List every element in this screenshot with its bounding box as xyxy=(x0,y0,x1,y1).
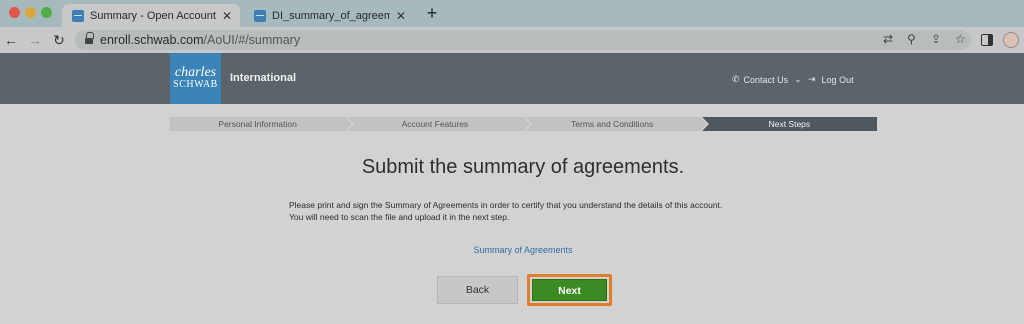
reload-icon[interactable]: ↻ xyxy=(51,31,67,49)
browser-tab-summary[interactable]: Summary - Open Account | Sc ✕ xyxy=(62,4,240,27)
region-label: International xyxy=(230,72,297,84)
minimize-window-button[interactable] xyxy=(25,7,36,18)
next-button[interactable]: Next xyxy=(532,279,607,301)
forward-arrow-icon[interactable]: → xyxy=(27,31,43,49)
lock-icon xyxy=(85,32,94,44)
side-panel-icon[interactable] xyxy=(981,34,993,46)
url-text[interactable]: enroll.schwab.com/AoUI/#/summary xyxy=(100,33,300,47)
step-label: Terms and Conditions xyxy=(571,119,654,129)
share-icon[interactable]: ⇪ xyxy=(931,32,941,46)
url-domain: enroll.schwab.com xyxy=(100,33,204,47)
schwab-logo[interactable]: charles SCHWAB xyxy=(170,53,221,104)
step-account-features: Account Features xyxy=(347,117,532,131)
address-bar[interactable]: enroll.schwab.com/AoUI/#/summary ⇄ ⚲ ⇪ ☆ xyxy=(75,30,971,50)
instructions-line-1: Please print and sign the Summary of Agr… xyxy=(289,200,723,210)
contact-us-label: Contact Us xyxy=(743,74,789,85)
step-personal-information: Personal Information xyxy=(170,117,355,131)
instructions-line-2: You will need to scan the file and uploa… xyxy=(289,212,510,222)
translate-icon[interactable]: ⇄ xyxy=(883,32,893,46)
zoom-icon[interactable]: ⚲ xyxy=(907,32,916,46)
new-tab-icon[interactable]: + xyxy=(423,3,441,24)
next-button-highlight: Next xyxy=(527,274,612,306)
step-label: Next Steps xyxy=(768,119,811,129)
site-header: charles SCHWAB International ✆ Contact U… xyxy=(0,53,1024,104)
url-path: /AoUI/#/summary xyxy=(203,33,301,47)
browser-tab-bar: Summary - Open Account | Sc ✕ DI_summary… xyxy=(0,0,1024,27)
chevron-down-icon: ⌄ xyxy=(794,74,802,84)
page-title: Submit the summary of agreements. xyxy=(361,156,685,178)
log-out-button[interactable]: ⇥ Log Out xyxy=(808,74,854,85)
schwab-favicon-icon xyxy=(72,9,84,22)
browser-tab-summary-pdf[interactable]: DI_summary_of_agreement_1( ✕ xyxy=(244,4,414,27)
logo-line-2: SCHWAB xyxy=(173,79,218,90)
log-out-label: Log Out xyxy=(821,74,854,85)
close-tab-icon[interactable]: ✕ xyxy=(220,9,234,23)
profile-avatar[interactable] xyxy=(1003,32,1019,48)
step-label: Personal Information xyxy=(218,119,297,129)
close-window-button[interactable] xyxy=(9,7,20,18)
back-arrow-icon[interactable]: ← xyxy=(3,31,19,49)
close-tab-icon[interactable]: ✕ xyxy=(394,9,408,23)
maximize-window-button[interactable] xyxy=(41,7,52,18)
phone-icon: ✆ xyxy=(732,74,740,84)
progress-steps: Personal Information Account Features Te… xyxy=(170,117,877,131)
summary-of-agreements-link[interactable]: Summary of Agreements xyxy=(0,245,1024,255)
instructions-text: Please print and sign the Summary of Agr… xyxy=(289,199,769,223)
step-next-steps: Next Steps xyxy=(701,117,877,131)
contact-us-menu[interactable]: ✆ Contact Us ⌄ xyxy=(732,74,802,85)
logo-line-1: charles xyxy=(174,65,217,80)
tab-title: DI_summary_of_agreement_1( xyxy=(272,9,390,22)
step-terms-and-conditions: Terms and Conditions xyxy=(524,117,709,131)
log-out-icon: ⇥ xyxy=(808,74,816,84)
tab-title: Summary - Open Account | Sc xyxy=(90,9,216,22)
browser-toolbar: ← → ↻ enroll.schwab.com/AoUI/#/summary ⇄… xyxy=(0,27,1024,53)
star-icon[interactable]: ☆ xyxy=(955,32,966,46)
schwab-favicon-icon xyxy=(254,9,266,22)
back-button[interactable]: Back xyxy=(437,276,518,304)
step-label: Account Features xyxy=(401,119,469,129)
